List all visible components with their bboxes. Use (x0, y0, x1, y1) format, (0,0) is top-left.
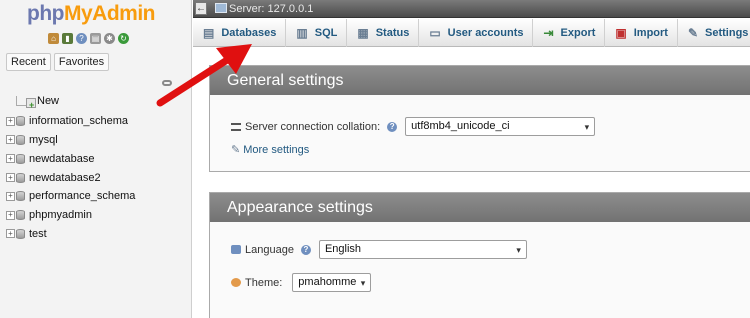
wrench-icon: ✎ (231, 144, 241, 156)
tab-status[interactable]: ▦ Status (347, 19, 420, 47)
tree-item-label: newdatabase2 (29, 171, 101, 184)
tree-item-database[interactable]: + test (6, 225, 186, 244)
theme-select[interactable]: pmahomme ▾ (292, 273, 372, 292)
collation-select[interactable]: utf8mb4_unicode_ci ▾ (405, 117, 596, 136)
tree-item-label: newdatabase (29, 152, 95, 165)
gear-icon[interactable]: ✱ (104, 33, 115, 44)
appearance-settings-panel: Appearance settings Language ? English ▾… (209, 192, 750, 318)
help-icon[interactable]: ? (300, 244, 311, 255)
chevron-down-icon: ▾ (584, 122, 590, 132)
database-icon (16, 116, 25, 127)
tree-item-label: information_schema (29, 115, 129, 128)
database-icon (16, 153, 25, 164)
general-settings-panel: General settings Server connection colla… (209, 65, 750, 172)
appearance-settings-title: Appearance settings (210, 193, 750, 222)
phpmyadmin-window: phpMyAdmin ⌂ ▮ ? ▤ ✱ ↻ Recent Favorites … (0, 0, 750, 318)
tab-recent[interactable]: Recent (6, 53, 51, 71)
tab-sql[interactable]: ▥ SQL (286, 19, 348, 47)
more-settings-link[interactable]: More settings (243, 144, 309, 156)
database-icon (16, 210, 25, 221)
import-icon: ▣ (615, 26, 627, 40)
language-icon (231, 245, 241, 254)
user-accounts-icon: ▭ (429, 26, 441, 40)
database-icon (16, 191, 25, 202)
chevron-down-icon: ▾ (360, 278, 366, 288)
status-icon: ▦ (357, 26, 369, 40)
tree-item-database[interactable]: + performance_schema (6, 187, 186, 206)
tree-item-database[interactable]: + newdatabase (6, 149, 186, 168)
general-settings-title: General settings (210, 66, 750, 95)
expand-icon[interactable]: + (6, 116, 15, 126)
tree-item-label: mysql (29, 133, 58, 146)
tree-item-label: performance_schema (29, 190, 136, 203)
database-icon (16, 172, 25, 183)
tab-user-accounts[interactable]: ▭ User accounts (419, 19, 534, 47)
database-icon (16, 228, 25, 239)
new-database-icon (26, 98, 36, 110)
theme-palette-icon (231, 278, 241, 287)
reload-icon[interactable]: ↻ (118, 33, 129, 44)
language-row: Language ? English ▾ (231, 240, 527, 259)
tree-item-database[interactable]: + mysql (6, 131, 186, 150)
documentation-icon[interactable]: ▤ (90, 33, 101, 44)
server-breadcrumb-bar: ← Server: 127.0.0.1 (193, 0, 750, 18)
collapse-nav-button[interactable]: ← (195, 2, 207, 15)
tree-item-label: phpmyadmin (29, 209, 92, 222)
more-settings-row: ✎ More settings (231, 143, 309, 157)
collation-row: Server connection collation: ? utf8mb4_u… (231, 117, 596, 136)
tab-import[interactable]: ▣ Import (605, 19, 678, 47)
expand-icon[interactable]: + (6, 173, 15, 183)
tree-item-label: New (37, 95, 60, 107)
database-icon (16, 134, 25, 145)
language-label: Language (245, 243, 294, 256)
expand-icon[interactable]: + (6, 210, 15, 220)
expand-icon[interactable]: + (6, 191, 15, 201)
language-select[interactable]: English ▾ (318, 240, 527, 259)
tab-export[interactable]: ⇥ Export (533, 19, 606, 47)
arrow-head (216, 44, 252, 74)
tree-item-label: test (29, 227, 47, 240)
help-icon[interactable]: ? (76, 33, 87, 44)
collation-label: Server connection collation: (245, 120, 381, 133)
list-icon (231, 122, 241, 131)
home-icon[interactable]: ⌂ (48, 33, 59, 44)
theme-label: Theme: (245, 276, 283, 289)
theme-row: Theme: pmahomme ▾ (231, 273, 372, 292)
phpmyadmin-logo[interactable]: phpMyAdmin (27, 2, 177, 28)
server-icon (215, 3, 227, 13)
nav-icon-bar: ⌂ ▮ ? ▤ ✱ ↻ (48, 33, 129, 47)
wrench-icon: ✎ (687, 26, 699, 40)
export-icon: ⇥ (543, 26, 554, 40)
expand-icon[interactable]: + (6, 154, 15, 164)
expand-icon[interactable]: + (6, 135, 15, 145)
sql-icon: ▥ (296, 26, 308, 40)
tab-favorites[interactable]: Favorites (53, 53, 110, 71)
logout-icon[interactable]: ▮ (62, 33, 73, 44)
tab-settings[interactable]: ✎ Settings (678, 19, 750, 47)
help-icon[interactable]: ? (387, 121, 398, 132)
nav-tabs: Recent Favorites (6, 53, 110, 71)
chevron-down-icon: ▾ (516, 245, 521, 255)
expand-icon[interactable]: + (6, 229, 15, 239)
server-breadcrumb[interactable]: Server: 127.0.0.1 (229, 3, 313, 15)
tree-item-database[interactable]: + phpmyadmin (6, 206, 186, 225)
tree-item-database[interactable]: + newdatabase2 (6, 168, 186, 187)
annotation-arrow (156, 44, 252, 107)
